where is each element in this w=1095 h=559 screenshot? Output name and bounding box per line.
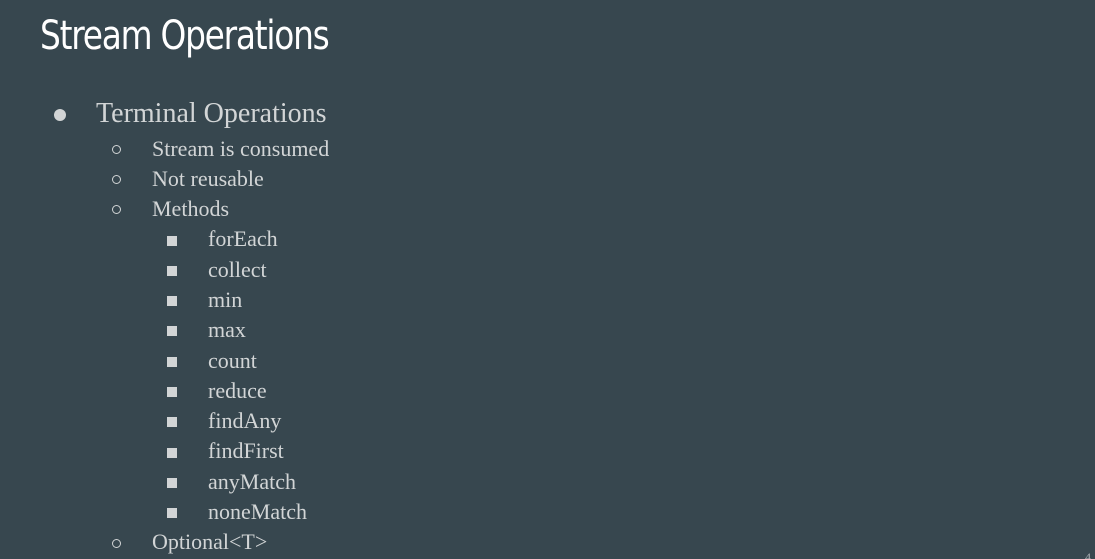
method-label: collect: [208, 257, 267, 282]
method-label: findAny: [208, 408, 282, 433]
sub-bullet-not-reusable: Not reusable: [152, 165, 264, 193]
sub-bullet-methods: Methods: [152, 195, 229, 223]
method-label: forEach: [208, 226, 278, 251]
method-label: findFirst: [208, 438, 284, 463]
page-number: 4: [1085, 550, 1091, 559]
method-item: max: [208, 316, 246, 344]
method-item: findAny: [208, 407, 281, 435]
bullet-square-icon: [167, 508, 177, 518]
bullet-square-icon: [167, 266, 177, 276]
bullet-square-icon: [167, 387, 177, 397]
bullet-circle-icon: [112, 145, 121, 154]
bullet-dot-icon: [54, 109, 66, 121]
bullet-square-icon: [167, 236, 177, 246]
method-label: count: [208, 348, 257, 373]
bullet-square-icon: [167, 417, 177, 427]
method-item: anyMatch: [208, 468, 296, 496]
sub-bullet-label: Optional<T>: [152, 529, 268, 554]
method-item: collect: [208, 256, 267, 284]
bullet-square-icon: [167, 326, 177, 336]
bullet-square-icon: [167, 357, 177, 367]
method-item: forEach: [208, 225, 278, 253]
method-label: max: [208, 317, 246, 342]
bullet-square-icon: [167, 478, 177, 488]
method-item: noneMatch: [208, 498, 307, 526]
slide-title: Stream Operations: [40, 13, 330, 59]
slide: Stream Operations Terminal Operations St…: [0, 0, 1095, 559]
method-item: min: [208, 286, 242, 314]
bullet-circle-icon: [112, 205, 121, 214]
sub-bullet-optional: Optional<T>: [152, 528, 267, 556]
method-label: noneMatch: [208, 499, 307, 524]
sub-bullet-label: Not reusable: [152, 166, 264, 191]
sub-bullet-label: Stream is consumed: [152, 136, 330, 161]
bullet-circle-icon: [112, 539, 121, 548]
method-item: count: [208, 347, 257, 375]
bullet-terminal-operations: Terminal Operations: [96, 96, 327, 132]
bullet-square-icon: [167, 296, 177, 306]
bullet-circle-icon: [112, 175, 121, 184]
sub-bullet-label: Methods: [152, 196, 229, 221]
bullet-square-icon: [167, 448, 177, 458]
method-label: reduce: [208, 378, 267, 403]
sub-bullet-stream-consumed: Stream is consumed: [152, 135, 329, 163]
method-item: reduce: [208, 377, 267, 405]
method-item: findFirst: [208, 437, 284, 465]
method-label: min: [208, 287, 243, 312]
method-label: anyMatch: [208, 469, 296, 494]
bullet-label: Terminal Operations: [96, 98, 327, 129]
